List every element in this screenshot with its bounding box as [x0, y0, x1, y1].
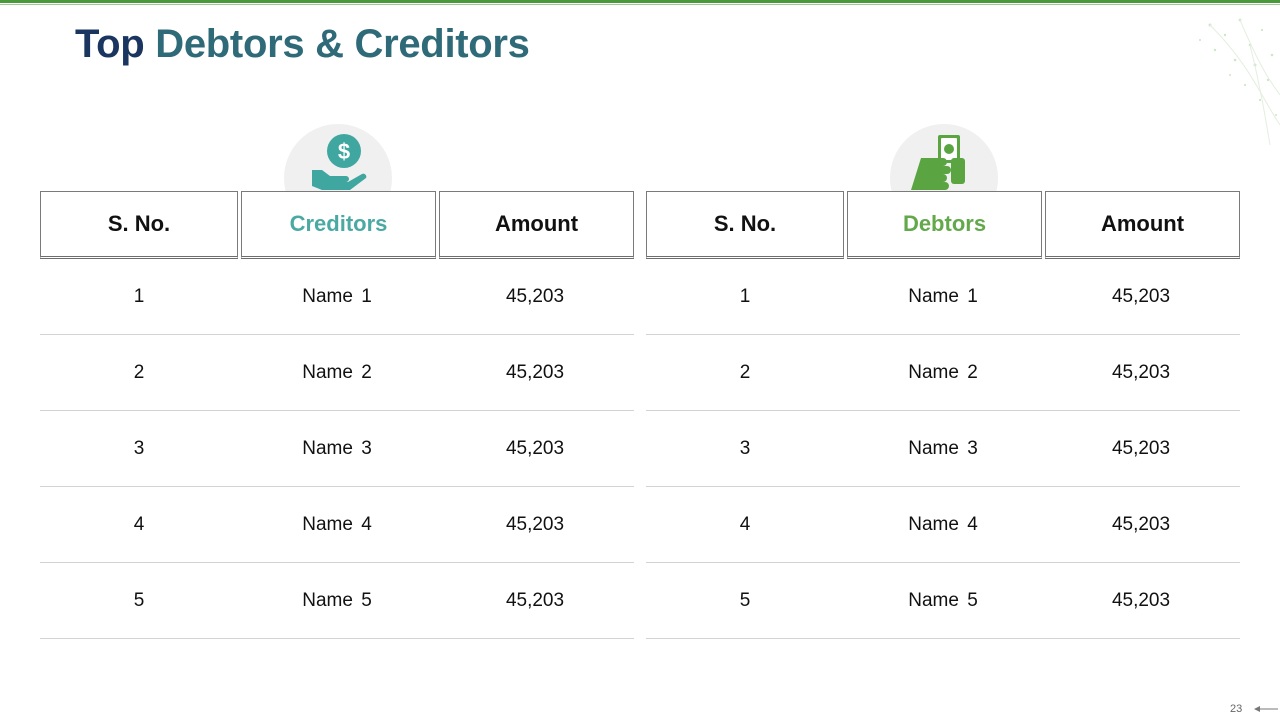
creditors-table: S. No. Creditors Amount 1 Name 1 45,203 …: [40, 191, 634, 639]
arrow-left-icon: [1254, 706, 1278, 712]
top-accent-line: [0, 4, 1280, 5]
creditors-table-header: S. No. Creditors Amount: [40, 191, 634, 259]
cell-name: Name 1: [302, 285, 372, 307]
page-number: 23: [1230, 703, 1243, 715]
cell-amount: 45,203: [505, 361, 565, 383]
cell-sno: 2: [133, 361, 145, 383]
table-row: 4 Name 4 45,203: [40, 487, 634, 563]
top-accent-bar: [0, 0, 1280, 3]
header-amount: Amount: [1045, 191, 1240, 259]
cell-sno: 4: [133, 513, 145, 535]
cell-amount: 45,203: [1111, 437, 1171, 459]
debtors-table: S. No. Debtors Amount 1 Name 1 45,203 2 …: [646, 191, 1240, 639]
debtors-table-body: 1 Name 1 45,203 2 Name 2 45,203 3 Name 3…: [646, 259, 1240, 639]
table-row: 5 Name 5 45,203: [646, 563, 1240, 639]
cell-amount: 45,203: [1111, 589, 1171, 611]
header-creditors: Creditors: [241, 191, 436, 259]
cell-sno: 4: [739, 513, 751, 535]
cell-name: Name 3: [908, 437, 978, 459]
creditors-table-body: 1 Name 1 45,203 2 Name 2 45,203 3 Name 3…: [40, 259, 634, 639]
cell-name: Name 2: [908, 361, 978, 383]
header-sno: S. No.: [40, 191, 238, 259]
table-row: 4 Name 4 45,203: [646, 487, 1240, 563]
table-row: 1 Name 1 45,203: [646, 259, 1240, 335]
cell-sno: 3: [739, 437, 751, 459]
title-part-2: Debtors & Creditors: [155, 22, 530, 66]
cell-amount: 45,203: [505, 285, 565, 307]
header-sno: S. No.: [646, 191, 844, 259]
cell-amount: 45,203: [505, 437, 565, 459]
cell-name: Name 5: [302, 589, 372, 611]
cell-amount: 45,203: [1111, 285, 1171, 307]
cell-sno: 3: [133, 437, 145, 459]
debtors-table-header: S. No. Debtors Amount: [646, 191, 1240, 259]
cell-name: Name 3: [302, 437, 372, 459]
table-row: 3 Name 3 45,203: [646, 411, 1240, 487]
cell-name: Name 4: [302, 513, 372, 535]
table-row: 2 Name 2 45,203: [646, 335, 1240, 411]
cell-amount: 45,203: [505, 589, 565, 611]
decorative-tree-graphic: [1199, 18, 1280, 145]
table-row: 5 Name 5 45,203: [40, 563, 634, 639]
cell-name: Name 2: [302, 361, 372, 383]
cell-sno: 1: [739, 285, 751, 307]
cell-sno: 1: [133, 285, 145, 307]
table-row: 1 Name 1 45,203: [40, 259, 634, 335]
cell-amount: 45,203: [1111, 513, 1171, 535]
table-row: 3 Name 3 45,203: [40, 411, 634, 487]
cell-sno: 5: [133, 589, 145, 611]
cell-amount: 45,203: [505, 513, 565, 535]
cell-sno: 2: [739, 361, 751, 383]
page-title: Top Debtors & Creditors: [75, 22, 530, 67]
title-part-1: Top: [75, 22, 145, 66]
cell-name: Name 4: [908, 513, 978, 535]
header-amount: Amount: [439, 191, 634, 259]
cell-sno: 5: [739, 589, 751, 611]
table-row: 2 Name 2 45,203: [40, 335, 634, 411]
cell-amount: 45,203: [1111, 361, 1171, 383]
header-debtors: Debtors: [847, 191, 1042, 259]
svg-text:$: $: [338, 139, 350, 164]
cell-name: Name 5: [908, 589, 978, 611]
cell-name: Name 1: [908, 285, 978, 307]
